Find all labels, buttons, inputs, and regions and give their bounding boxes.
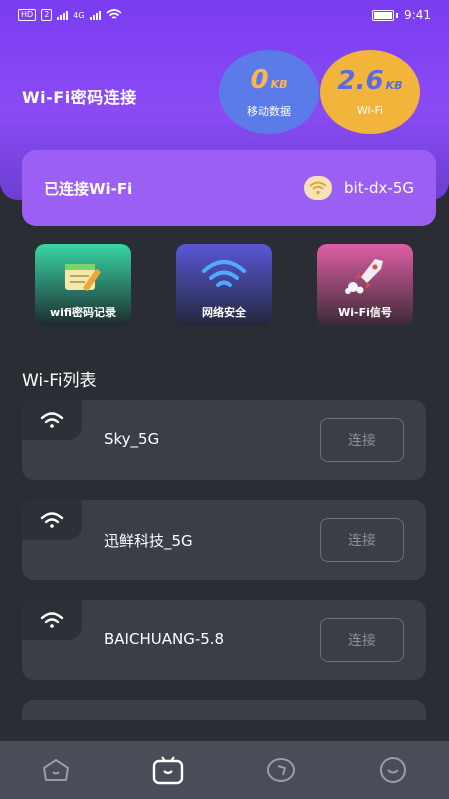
connected-info: bit-dx-5G [304, 176, 414, 200]
wifi-ssid: Sky_5G [104, 430, 160, 448]
hd-badge: HD [18, 9, 37, 21]
mobile-data-value: 0 [250, 64, 269, 95]
wifi-list-item[interactable]: BAICHUANG-5.8 连接 [22, 600, 426, 680]
wifi-data-value-row: 2.6 KB [338, 67, 403, 100]
feature-wifi-password-record[interactable]: wifi密码记录 [35, 244, 131, 326]
connect-button[interactable]: 连接 [320, 418, 404, 462]
mobile-data-value-row: 0 KB [250, 66, 287, 99]
connected-wifi-card[interactable]: 已连接Wi-Fi bit-dx-5G [22, 150, 436, 226]
connected-label: 已连接Wi-Fi [44, 179, 133, 198]
nav-home[interactable] [36, 750, 76, 790]
sim-badge: 2 [41, 9, 53, 21]
wifi-icon [22, 500, 82, 540]
rocket-icon [340, 256, 390, 296]
feature-wifi-signal[interactable]: Wi-Fi信号 [317, 244, 413, 326]
mobile-data-bubble: 0 KB 移动数据 [219, 50, 319, 134]
feature-label: wifi密码记录 [49, 306, 117, 319]
mobile-data-label: 移动数据 [247, 104, 291, 118]
home-icon [43, 759, 70, 781]
nav-profile[interactable] [373, 750, 413, 790]
smile-icon [379, 757, 406, 783]
tv-icon [153, 756, 184, 785]
feature-network-security[interactable]: 网络安全 [176, 244, 272, 326]
connected-ssid: bit-dx-5G [344, 179, 414, 197]
signal-icon [57, 10, 69, 20]
bottom-nav [0, 741, 449, 799]
status-left: HD 2 4G [18, 9, 122, 21]
wifi-list-title: Wi-Fi列表 [22, 371, 97, 391]
wifi-signal-icon [199, 256, 249, 296]
notepad-pencil-icon [58, 256, 108, 296]
battery-tip [396, 12, 399, 18]
wifi-icon [22, 400, 82, 440]
feature-label: 网络安全 [202, 306, 246, 319]
connect-button[interactable]: 连接 [320, 618, 404, 662]
wifi-ssid: 迅鲜科技_5G [104, 532, 193, 550]
mobile-data-unit: KB [270, 77, 288, 91]
wifi-icon [304, 176, 333, 200]
wifi-list-item[interactable]: 迅鲜科技_5G 连接 [22, 500, 426, 580]
wifi-data-label: Wi-Fi [356, 104, 384, 117]
wifi-data-value: 2.6 [337, 66, 384, 96]
status-right: 9:41 [372, 8, 431, 22]
wifi-ssid: BAICHUANG-5.8 [104, 630, 225, 648]
battery-icon [372, 9, 395, 21]
wifi-data-bubble: 2.6 KB Wi-Fi [320, 50, 420, 134]
wifi-data-unit: KB [385, 79, 403, 92]
wifi-list-item[interactable]: Sky_5G 连接 [22, 400, 426, 480]
wifi-list-item-partial[interactable] [22, 700, 426, 720]
wifi-status-icon [106, 9, 122, 19]
connect-button[interactable]: 连接 [320, 518, 404, 562]
status-bar: HD 2 4G 9:41 [0, 0, 449, 30]
app-title: Wi-Fi密码连接 [22, 88, 137, 107]
nav-explore[interactable] [261, 750, 301, 790]
wifi-icon [22, 600, 82, 640]
feature-label: Wi-Fi信号 [338, 306, 392, 319]
clock: 9:41 [404, 8, 431, 22]
nav-tv[interactable] [148, 750, 188, 790]
signal-icon-2 [89, 10, 101, 20]
network-type: 4G [73, 10, 85, 20]
explore-icon [266, 758, 295, 782]
